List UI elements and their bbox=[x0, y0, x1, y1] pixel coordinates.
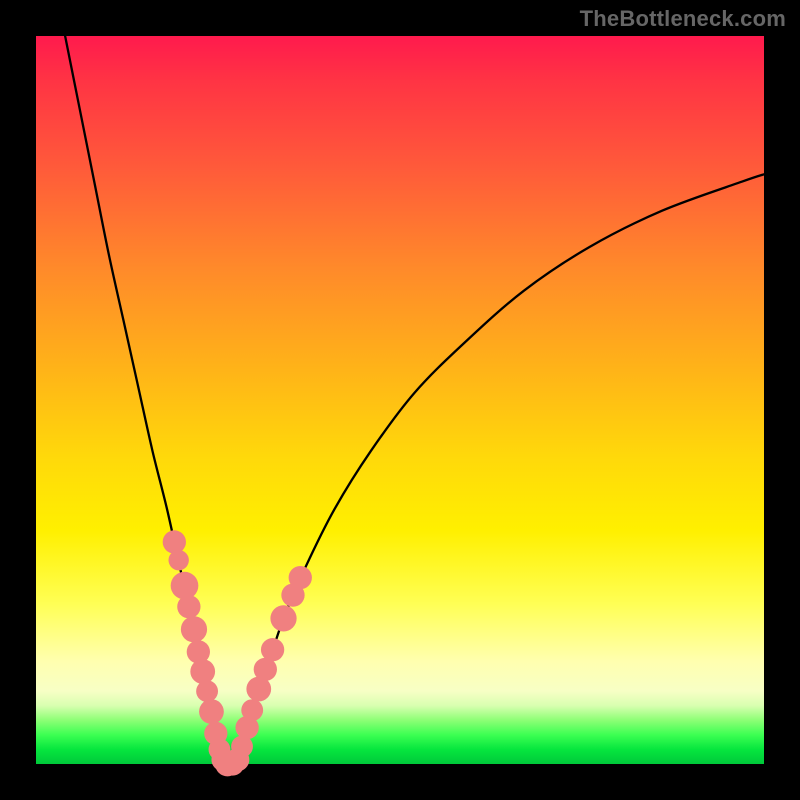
scatter-dot bbox=[199, 699, 224, 724]
watermark-text: TheBottleneck.com bbox=[580, 6, 786, 32]
scatter-dot bbox=[163, 530, 186, 553]
curve-right-branch bbox=[236, 174, 764, 764]
scatter-dot bbox=[190, 659, 215, 684]
scatter-dot bbox=[177, 595, 200, 618]
chart-svg bbox=[36, 36, 764, 764]
scatter-dot bbox=[181, 616, 207, 642]
scatter-dots bbox=[163, 530, 312, 776]
scatter-dot bbox=[196, 680, 218, 702]
chart-frame: TheBottleneck.com bbox=[0, 0, 800, 800]
scatter-dot bbox=[270, 605, 296, 631]
scatter-dot bbox=[261, 638, 284, 661]
scatter-dot bbox=[289, 566, 312, 589]
scatter-dot bbox=[171, 572, 199, 600]
plot-area bbox=[36, 36, 764, 764]
scatter-dot bbox=[168, 550, 188, 570]
scatter-dot bbox=[241, 699, 263, 721]
